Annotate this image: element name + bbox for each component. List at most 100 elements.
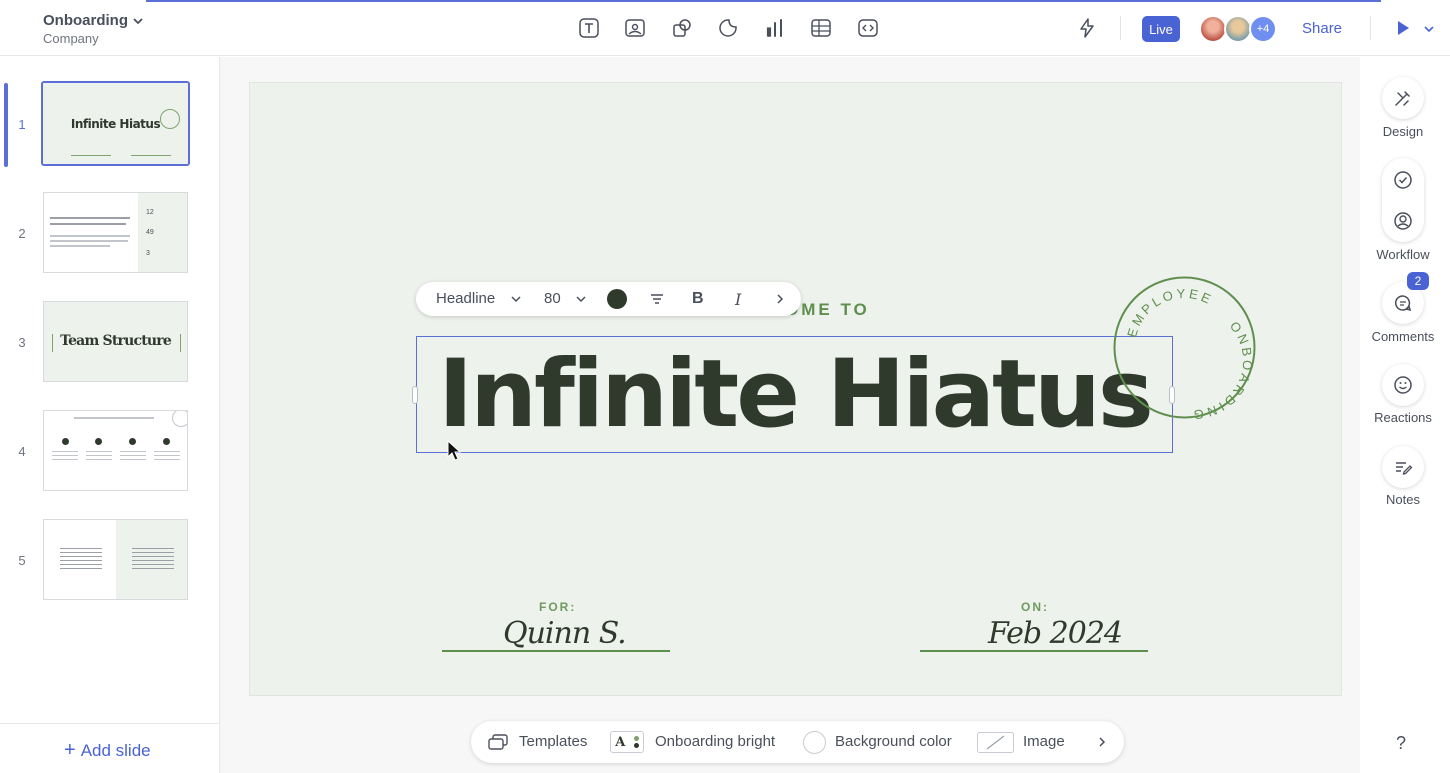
resize-handle-left[interactable] xyxy=(412,386,418,404)
lightning-icon[interactable] xyxy=(1076,17,1098,39)
chevron-down-icon[interactable] xyxy=(573,291,589,307)
loading-bar xyxy=(146,0,1381,2)
thumbnail-text-line xyxy=(50,240,128,242)
thumbnail-text-line xyxy=(50,235,130,237)
reactions-button[interactable] xyxy=(1382,364,1424,406)
plus-icon: + xyxy=(64,739,76,761)
thumbnail-text-block xyxy=(86,451,112,463)
text-style-dropdown[interactable]: Headline xyxy=(436,290,495,307)
on-underline xyxy=(920,650,1148,652)
thumbnail-line xyxy=(180,334,181,352)
thumbnail-text-line xyxy=(50,245,110,247)
background-color-swatch[interactable] xyxy=(803,731,826,754)
share-button[interactable]: Share xyxy=(1302,20,1342,37)
thumbnail-text-block xyxy=(52,451,78,463)
slide-thumbnail-4[interactable] xyxy=(43,410,188,491)
text-tool-icon[interactable] xyxy=(578,17,600,39)
employee-onboarding-stamp[interactable]: EMPLOYEE ONBOARDING xyxy=(1113,276,1256,419)
headline-text[interactable]: Infinite Hiatus xyxy=(438,340,1154,449)
design-label: Design xyxy=(1382,124,1424,139)
comments-count-badge: 2 xyxy=(1407,272,1429,290)
comment-icon xyxy=(1394,295,1412,312)
approval-button[interactable] xyxy=(1382,159,1424,201)
slide-number: 4 xyxy=(18,444,26,459)
play-icon[interactable] xyxy=(1394,19,1412,37)
image-button[interactable]: Image xyxy=(1023,733,1065,750)
thumbnail-text-line xyxy=(50,223,126,225)
text-color-swatch[interactable] xyxy=(607,289,627,309)
on-label[interactable]: ON: xyxy=(1021,600,1049,614)
for-underline xyxy=(442,650,670,652)
chevron-down-icon[interactable] xyxy=(131,14,145,28)
thumbnail-dot xyxy=(62,438,69,445)
assign-button[interactable] xyxy=(1382,200,1424,242)
theme-dot xyxy=(633,743,639,748)
table-tool-icon[interactable] xyxy=(810,17,832,39)
help-button[interactable]: ? xyxy=(1396,733,1406,754)
chevron-down-icon[interactable] xyxy=(1423,22,1435,34)
document-workspace[interactable]: Company xyxy=(43,31,99,46)
align-icon[interactable] xyxy=(649,291,665,307)
collaborators-more-badge[interactable]: +4 xyxy=(1249,15,1277,43)
thumbnail-dot xyxy=(129,438,136,445)
stamp-text-bottom: ONBOARDING xyxy=(1190,319,1255,419)
chevron-right-icon[interactable] xyxy=(772,291,788,307)
mouse-cursor-icon xyxy=(447,440,461,461)
slide-thumbnail-1[interactable]: Infinite Hiatus xyxy=(41,81,190,166)
avatar[interactable] xyxy=(1224,15,1252,43)
theme-swatch-icon[interactable]: A xyxy=(610,731,644,753)
chevron-right-icon[interactable] xyxy=(1096,736,1108,748)
slide-thumbnail-5[interactable] xyxy=(43,519,188,600)
notes-label: Notes xyxy=(1386,492,1420,507)
slide-thumbnail-3[interactable]: Team Structure xyxy=(43,301,188,382)
document-title[interactable]: Onboarding xyxy=(43,12,128,29)
active-slide-indicator xyxy=(4,83,8,167)
add-slide-label: Add slide xyxy=(80,741,151,760)
on-value[interactable]: Feb 2024 xyxy=(988,616,1123,651)
for-value[interactable]: Quinn S. xyxy=(503,616,627,651)
check-circle-icon xyxy=(1394,171,1412,189)
image-tool-icon[interactable] xyxy=(624,17,646,39)
comments-label: Comments xyxy=(1371,329,1435,344)
slide-number: 5 xyxy=(18,553,26,568)
templates-icon[interactable] xyxy=(487,733,509,751)
thumbnail-dot xyxy=(163,438,170,445)
divider xyxy=(1370,16,1371,40)
chart-tool-icon[interactable] xyxy=(764,17,786,39)
chevron-down-icon[interactable] xyxy=(508,291,524,307)
design-button[interactable] xyxy=(1382,77,1424,119)
notes-button[interactable] xyxy=(1382,446,1424,488)
background-color-button[interactable]: Background color xyxy=(835,733,952,750)
shapes-tool-icon[interactable] xyxy=(671,17,693,39)
theme-button[interactable]: Onboarding bright xyxy=(655,733,775,750)
embed-tool-icon[interactable] xyxy=(857,17,879,39)
sticker-tool-icon[interactable] xyxy=(717,17,739,39)
thumbnail-text-line xyxy=(50,217,130,219)
live-button[interactable]: Live xyxy=(1142,16,1180,42)
avatar[interactable] xyxy=(1199,15,1227,43)
italic-button[interactable]: I xyxy=(735,290,741,309)
bold-button[interactable]: B xyxy=(692,290,704,308)
font-size-dropdown[interactable]: 80 xyxy=(544,290,561,307)
smiley-icon xyxy=(1394,376,1412,394)
image-swatch-icon[interactable] xyxy=(977,732,1014,753)
notes-icon xyxy=(1396,462,1413,475)
thumbnail-dot xyxy=(95,438,102,445)
add-slide-button[interactable]: + Add slide xyxy=(64,739,151,762)
top-bar: Onboarding Company Live +4 Share xyxy=(0,0,1450,56)
for-label[interactable]: FOR: xyxy=(539,600,576,614)
reactions-label: Reactions xyxy=(1374,410,1432,425)
design-icon xyxy=(1395,91,1410,106)
slide-thumbnail-2[interactable]: 12 49 3 xyxy=(43,192,188,273)
workflow-label: Workflow xyxy=(1376,247,1430,262)
stamp-text-top: EMPLOYEE xyxy=(1124,286,1215,339)
divider xyxy=(1120,16,1121,40)
slide-number: 1 xyxy=(18,117,26,132)
headline-textbox[interactable]: Infinite Hiatus xyxy=(416,336,1173,453)
user-circle-icon xyxy=(1394,212,1412,230)
thumbnail-title: Team Structure xyxy=(60,333,172,349)
stamp-mini xyxy=(172,411,187,427)
thumbnail-stat: 12 xyxy=(146,209,154,216)
thumbnail-stat: 49 xyxy=(146,229,154,236)
templates-button[interactable]: Templates xyxy=(519,733,587,750)
